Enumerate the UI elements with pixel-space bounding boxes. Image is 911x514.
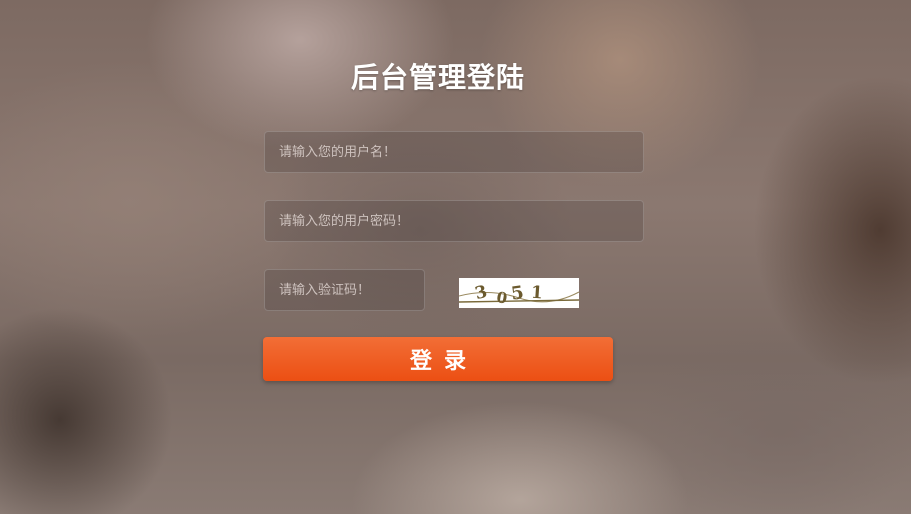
captcha-char-0: 3 — [473, 282, 489, 304]
page-title: 后台管理登陆 — [350, 61, 525, 94]
captcha-image[interactable]: 3 0 5 1 — [459, 278, 579, 308]
login-button[interactable]: 登录 — [263, 337, 613, 381]
captcha-char-1: 0 — [495, 288, 508, 308]
captcha-char-2: 5 — [510, 282, 525, 305]
password-input[interactable] — [264, 200, 644, 242]
username-input[interactable] — [264, 131, 644, 173]
captcha-graphic: 3 0 5 1 — [459, 282, 579, 308]
captcha-input[interactable] — [264, 269, 425, 311]
captcha-char-3: 1 — [530, 283, 543, 304]
